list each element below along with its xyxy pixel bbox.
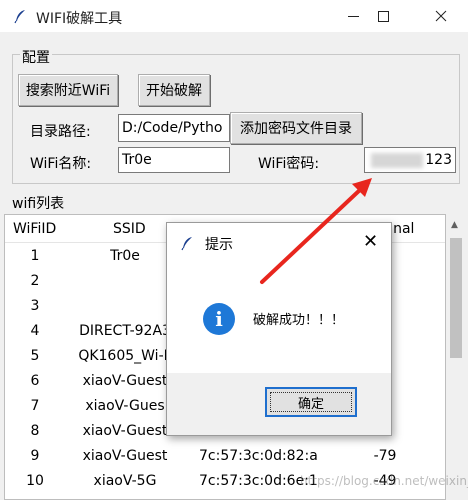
add-password-dir-button[interactable]: 添加密码文件目录 xyxy=(230,112,362,144)
message-dialog: 提示 ✕ i 破解成功！！！ 确定 xyxy=(166,222,392,436)
focus-ring xyxy=(270,392,352,412)
cell-ssid: xiaoV-Guest xyxy=(82,448,168,464)
wifi-name-value: Tr0e xyxy=(122,152,152,168)
cell-ssid: xiaoV-5G xyxy=(93,473,157,489)
window-title: WIFI破解工具 xyxy=(36,11,123,27)
wifi-password-suffix: 123 xyxy=(425,152,452,168)
ok-button[interactable]: 确定 xyxy=(265,387,357,417)
config-group-label: 配置 xyxy=(20,47,52,67)
column-header-ssid[interactable]: SSID xyxy=(113,221,146,237)
dialog-title: 提示 xyxy=(205,237,233,253)
scan-wifi-button[interactable]: 搜索附近WiFi xyxy=(18,74,118,106)
table-row[interactable]: 9 xiaoV-Guest 7c:57:3c:0d:82:a -79 xyxy=(5,445,445,470)
cell-signal: -79 xyxy=(373,448,397,464)
info-icon: i xyxy=(203,303,235,335)
vertical-scrollbar[interactable]: ▲ xyxy=(446,214,466,500)
wifi-password-input[interactable]: 123 xyxy=(364,147,456,173)
close-button[interactable] xyxy=(418,0,464,32)
maximize-button[interactable] xyxy=(360,0,406,32)
cell-wifiid: 2 xyxy=(30,273,40,289)
path-input[interactable]: D:/Code/Pytho xyxy=(118,114,230,142)
path-input-value: D:/Code/Pytho xyxy=(122,120,223,136)
dialog-message: 破解成功！！！ xyxy=(253,313,345,328)
minimize-icon xyxy=(347,15,359,17)
redacted-password-blur xyxy=(371,153,423,168)
close-icon xyxy=(435,10,447,22)
maximize-icon xyxy=(377,10,389,22)
scrollbar-thumb[interactable] xyxy=(450,238,462,358)
dialog-close-icon[interactable]: ✕ xyxy=(363,231,378,252)
watermark-text: https://blog.csdn.net/weixin_39190897 xyxy=(300,474,468,488)
wifi-name-input[interactable]: Tr0e xyxy=(118,147,230,173)
column-header-wifiid[interactable]: WiFiID xyxy=(13,221,56,237)
scroll-up-icon[interactable]: ▲ xyxy=(451,220,458,230)
start-crack-button[interactable]: 开始破解 xyxy=(138,74,210,106)
cell-bssid: 7c:57:3c:0d:82:a xyxy=(199,448,318,464)
wifi-password-label: WiFi密码: xyxy=(258,156,320,172)
title-bar: WIFI破解工具 xyxy=(0,0,468,32)
dialog-body: i 破解成功！！！ xyxy=(167,261,391,373)
feather-icon xyxy=(14,10,25,24)
cell-wifiid: 3 xyxy=(30,298,40,314)
feather-icon xyxy=(181,237,192,251)
wifi-name-label: WiFi名称: xyxy=(30,156,92,172)
path-label: 目录路径: xyxy=(30,124,91,140)
wifi-list-label: wifi列表 xyxy=(10,193,67,213)
dialog-title-bar: 提示 ✕ xyxy=(167,223,391,261)
